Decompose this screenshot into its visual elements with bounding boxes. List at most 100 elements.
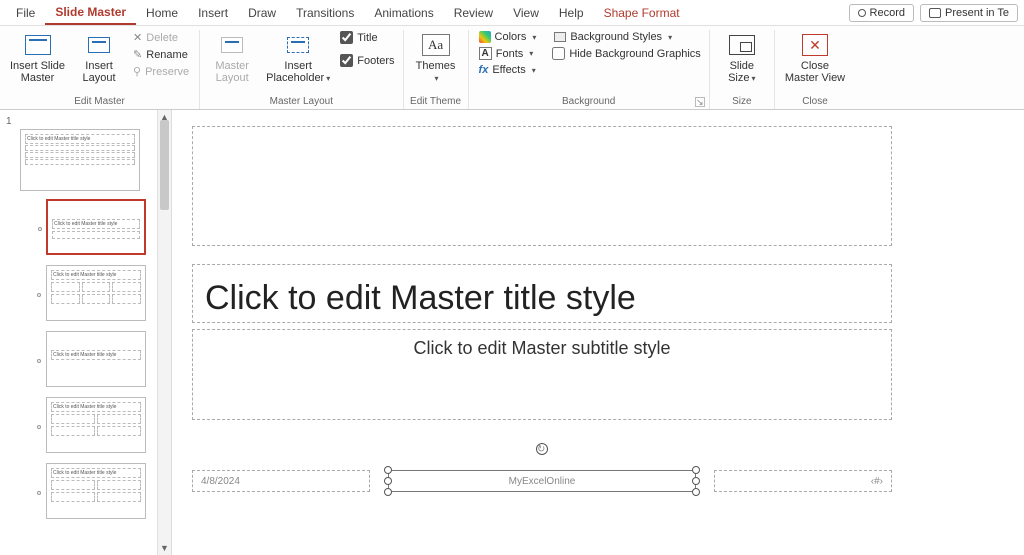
title-placeholder[interactable]: Click to edit Master title style <box>192 264 892 323</box>
group-size: Slide Size▾ Size <box>710 30 775 109</box>
title-text: Click to edit Master title style <box>205 279 879 318</box>
delete-label: Delete <box>146 32 178 44</box>
slide-canvas[interactable]: Click to edit Master title style Click t… <box>172 110 1024 555</box>
tab-review[interactable]: Review <box>444 2 503 24</box>
colors-label: Colors <box>495 31 527 43</box>
present-label: Present in Te <box>945 7 1009 19</box>
chevron-down-icon: ▾ <box>752 74 756 83</box>
effects-button[interactable]: fxEffects ▾ <box>475 63 541 77</box>
group-label-size: Size <box>716 94 768 107</box>
slide-size-button[interactable]: Slide Size▾ <box>716 30 768 86</box>
tab-file[interactable]: File <box>6 2 45 24</box>
date-placeholder[interactable]: 4/8/2024 <box>192 470 370 492</box>
resize-handle[interactable] <box>692 488 700 496</box>
chevron-down-icon: ▾ <box>532 66 536 75</box>
slide-number-text: ‹#› <box>871 476 883 487</box>
group-label-close: Close <box>781 94 849 107</box>
layout-thumb-title: Click to edit Master title style <box>51 402 141 412</box>
tab-transitions[interactable]: Transitions <box>286 2 364 24</box>
effects-icon: fx <box>479 64 489 76</box>
layout-thumbnail-5[interactable]: Click to edit Master title style <box>46 463 146 519</box>
scrollbar-thumb[interactable] <box>160 120 169 210</box>
tab-home[interactable]: Home <box>136 2 188 24</box>
insert-placeholder-label: Insert Placeholder <box>266 60 324 84</box>
master-thumbnail[interactable]: Click to edit Master title style <box>20 129 140 191</box>
slide-size-icon <box>729 35 755 55</box>
ribbon: Insert Slide Master Insert Layout ✕Delet… <box>0 26 1024 110</box>
resize-handle[interactable] <box>692 466 700 474</box>
present-button[interactable]: Present in Te <box>920 4 1018 22</box>
bg-styles-icon <box>554 32 566 42</box>
effects-label: Effects <box>492 64 525 76</box>
subtitle-placeholder[interactable]: Click to edit Master subtitle style <box>192 329 892 420</box>
insert-layout-button[interactable]: Insert Layout <box>73 30 125 86</box>
insert-slide-master-button[interactable]: Insert Slide Master <box>6 30 69 86</box>
group-label-edit-theme: Edit Theme <box>410 94 462 107</box>
chevron-down-icon: ▾ <box>532 33 536 42</box>
themes-icon: Aa <box>422 34 450 56</box>
layout-thumbnail-2[interactable]: Click to edit Master title style <box>46 265 146 321</box>
themes-button[interactable]: Aa Themes▾ <box>410 30 462 86</box>
tab-view[interactable]: View <box>503 2 549 24</box>
group-close: ✕ Close Master View Close <box>775 30 855 109</box>
tab-animations[interactable]: Animations <box>364 2 443 24</box>
tab-strip: File Slide Master Home Insert Draw Trans… <box>0 0 1024 26</box>
tab-help[interactable]: Help <box>549 2 594 24</box>
tab-slide-master[interactable]: Slide Master <box>45 1 136 25</box>
master-layout-button[interactable]: Master Layout <box>206 30 258 86</box>
chevron-down-icon: ▾ <box>435 74 439 83</box>
title-chk-label: Title <box>357 32 377 44</box>
preserve-icon: ⚲ <box>133 65 141 78</box>
group-edit-theme: Aa Themes▾ Edit Theme <box>404 30 469 109</box>
resize-handle[interactable] <box>384 477 392 485</box>
hide-bg-checkbox[interactable]: Hide Background Graphics <box>550 46 702 61</box>
master-thumb-title: Click to edit Master title style <box>25 134 135 144</box>
background-launcher[interactable]: ↘ <box>695 97 705 107</box>
layout-thumbnail-3[interactable]: Click to edit Master title style <box>46 331 146 387</box>
slide-number-placeholder[interactable]: ‹#› <box>714 470 892 492</box>
record-button[interactable]: Record <box>849 4 914 22</box>
resize-handle[interactable] <box>384 466 392 474</box>
insert-placeholder-button[interactable]: Insert Placeholder▾ <box>262 30 334 86</box>
slide: Click to edit Master title style Click t… <box>192 126 892 526</box>
scroll-down-icon[interactable]: ▼ <box>158 541 171 555</box>
close-icon: ✕ <box>802 34 828 56</box>
colors-button[interactable]: Colors ▾ <box>475 30 541 44</box>
rotate-handle-icon[interactable]: ↻ <box>536 443 548 455</box>
tree-dot-icon <box>37 293 41 297</box>
tab-insert[interactable]: Insert <box>188 2 238 24</box>
title-checkbox[interactable]: Title <box>338 30 396 45</box>
tree-dot-icon <box>37 491 41 495</box>
background-styles-button[interactable]: Background Styles▾ <box>550 30 702 44</box>
thumbnail-pane: 1 Click to edit Master title style Click… <box>0 110 172 555</box>
footer-text: MyExcelOnline <box>509 476 576 487</box>
subtitle-text: Click to edit Master subtitle style <box>205 338 879 359</box>
fonts-button[interactable]: AFonts▾ <box>475 46 541 61</box>
tab-shape-format[interactable]: Shape Format <box>594 2 690 24</box>
chevron-down-icon: ▾ <box>326 74 330 83</box>
layout-thumb-title: Click to edit Master title style <box>52 219 140 229</box>
tree-dot-icon <box>38 227 42 231</box>
thumb-scrollbar[interactable]: ▲ ▼ <box>157 110 171 555</box>
decorative-placeholder[interactable] <box>192 126 892 246</box>
chevron-down-icon: ▾ <box>529 49 533 58</box>
footer-placeholder[interactable]: ↻ MyExcelOnline <box>388 470 696 492</box>
tree-dot-icon <box>37 359 41 363</box>
layout-thumbnail-1[interactable]: Click to edit Master title style <box>46 199 146 255</box>
preserve-button[interactable]: ⚲ Preserve <box>129 64 193 79</box>
delete-button[interactable]: ✕Delete <box>129 30 193 45</box>
tab-draw[interactable]: Draw <box>238 2 286 24</box>
footers-checkbox[interactable]: Footers <box>338 53 396 68</box>
resize-handle[interactable] <box>384 488 392 496</box>
master-layout-icon <box>221 37 243 53</box>
preserve-label: Preserve <box>145 66 189 78</box>
layout-thumb-title: Click to edit Master title style <box>51 350 141 360</box>
bg-styles-label: Background Styles <box>570 31 662 43</box>
record-icon <box>858 9 866 17</box>
insert-layout-label: Insert Layout <box>83 60 116 84</box>
close-master-view-button[interactable]: ✕ Close Master View <box>781 30 849 86</box>
slide-master-icon <box>25 35 51 55</box>
resize-handle[interactable] <box>692 477 700 485</box>
layout-thumbnail-4[interactable]: Click to edit Master title style <box>46 397 146 453</box>
rename-button[interactable]: ✎Rename <box>129 47 193 62</box>
